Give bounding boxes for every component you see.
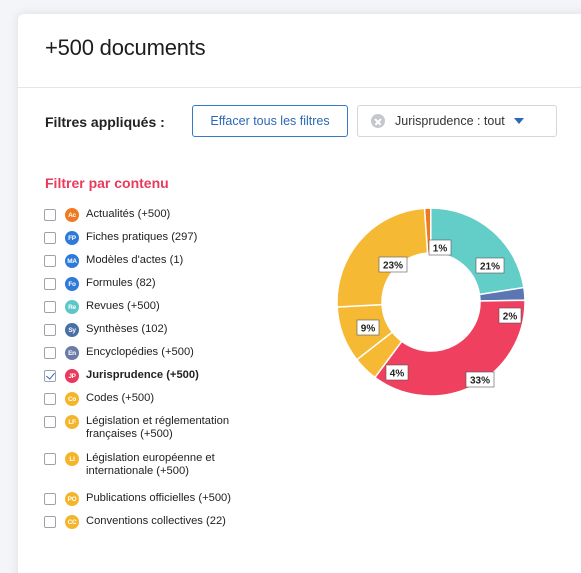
label-text: 21% bbox=[480, 262, 500, 273]
content-type-badge-icon: CC bbox=[65, 515, 79, 529]
content-type-badge-icon: Sy bbox=[65, 323, 79, 337]
filter-item-label: Législation européenne et internationale … bbox=[86, 452, 215, 478]
filter-item-label: Formules (82) bbox=[86, 277, 156, 290]
filter-item-label-line: françaises (+500) bbox=[86, 428, 173, 440]
jurisprudence-filter-chip[interactable]: Jurisprudence : tout bbox=[357, 105, 557, 137]
filter-item-label-line: internationale (+500) bbox=[86, 465, 189, 477]
filter-checkbox[interactable] bbox=[44, 370, 56, 382]
filter-checkbox[interactable] bbox=[44, 516, 56, 528]
remove-filter-icon[interactable] bbox=[371, 114, 385, 128]
content-type-badge-icon: PO bbox=[65, 492, 79, 506]
label-text: 1% bbox=[433, 244, 448, 255]
filter-item-label: Revues (+500) bbox=[86, 300, 160, 313]
filter-item[interactable]: LI Législation européenne et international… bbox=[44, 452, 215, 478]
filter-item-label: Conventions collectives (22) bbox=[86, 515, 226, 528]
content-type-badge-icon: MA bbox=[65, 254, 79, 268]
content-distribution-donut-chart: 1% 21% 2% 33% 4% 9% 23% bbox=[336, 208, 526, 397]
donut-slice-label: 33% bbox=[465, 371, 495, 388]
content-type-badge-icon: LF bbox=[65, 415, 79, 429]
filter-checkbox[interactable] bbox=[44, 393, 56, 405]
filter-item[interactable]: Ac Actualités (+500) bbox=[44, 208, 170, 222]
filter-item[interactable]: CC Conventions collectives (22) bbox=[44, 515, 226, 529]
content-type-badge-icon: Re bbox=[65, 300, 79, 314]
filter-item-label-line: Publications officielles (+500) bbox=[86, 492, 232, 504]
filter-chip-label: Jurisprudence : tout bbox=[395, 114, 505, 128]
filter-checkbox[interactable] bbox=[44, 416, 56, 428]
filter-item[interactable]: JP Jurisprudence (+500) bbox=[44, 369, 199, 383]
filter-item[interactable]: Re Revues (+500) bbox=[44, 300, 160, 314]
content-type-badge-icon: Fo bbox=[65, 277, 79, 291]
filter-item-label: Fiches pratiques (297) bbox=[86, 231, 197, 244]
filter-checkbox[interactable] bbox=[44, 324, 56, 336]
filter-checkbox[interactable] bbox=[44, 347, 56, 359]
filter-item-label-line: Législation européenne et bbox=[86, 452, 215, 464]
filter-item-label-line: Modèles d'actes (1) bbox=[86, 254, 184, 266]
filter-item-label-line: Jurisprudence (+500) bbox=[86, 369, 199, 381]
page-title: +500 documents bbox=[45, 35, 206, 60]
filter-item-label: Publications officielles (+500) bbox=[86, 492, 231, 505]
content-filter-title: Filtrer par contenu bbox=[45, 175, 169, 191]
filter-item-label-line: Conventions collectives (22) bbox=[86, 515, 226, 527]
filter-item[interactable]: Sy Synthèses (102) bbox=[44, 323, 167, 337]
filter-item-label-line: Législation et réglementation bbox=[86, 415, 230, 427]
filter-item-label-line: Formules (82) bbox=[86, 277, 156, 289]
label-text: 2% bbox=[503, 312, 518, 323]
filter-item[interactable]: Fo Formules (82) bbox=[44, 277, 156, 291]
filter-item-label-line: Synthèses (102) bbox=[86, 323, 168, 335]
filter-item-label-line: Fiches pratiques (297) bbox=[86, 231, 198, 243]
donut-slice-label: 1% bbox=[428, 239, 452, 256]
filter-item[interactable]: PO Publications officielles (+500) bbox=[44, 492, 231, 506]
filter-item-label: Législation et réglementation françaises … bbox=[86, 415, 229, 441]
label-text: 9% bbox=[361, 324, 376, 335]
filter-checkbox[interactable] bbox=[44, 493, 56, 505]
donut-slice-label: 21% bbox=[475, 257, 505, 274]
filter-item[interactable]: FP Fiches pratiques (297) bbox=[44, 231, 197, 245]
filter-checkbox[interactable] bbox=[44, 209, 56, 221]
filter-item[interactable]: En Encyclopédies (+500) bbox=[44, 346, 194, 360]
filter-checkbox[interactable] bbox=[44, 301, 56, 313]
results-panel: +500 documents Filtres appliqués : Effac… bbox=[18, 14, 581, 573]
filter-item-label: Synthèses (102) bbox=[86, 323, 167, 336]
filter-item-label-line: Revues (+500) bbox=[86, 300, 160, 312]
filter-item-label-line: Codes (+500) bbox=[86, 392, 155, 404]
title-divider bbox=[18, 87, 581, 88]
filter-item[interactable]: LF Législation et réglementation française… bbox=[44, 415, 229, 441]
label-text: 4% bbox=[390, 369, 405, 380]
filter-item-label: Actualités (+500) bbox=[86, 208, 170, 221]
applied-filters-label: Filtres appliqués : bbox=[45, 114, 165, 130]
filter-checkbox[interactable] bbox=[44, 278, 56, 290]
donut-slice-label: 9% bbox=[356, 319, 380, 336]
content-type-badge-icon: FP bbox=[65, 231, 79, 245]
chevron-down-icon[interactable] bbox=[513, 118, 524, 124]
filter-checkbox[interactable] bbox=[44, 232, 56, 244]
label-text: 23% bbox=[383, 261, 403, 272]
content-type-badge-icon: Ac bbox=[65, 208, 79, 222]
filter-item-label: Modèles d'actes (1) bbox=[86, 254, 183, 267]
filter-item-label: Jurisprudence (+500) bbox=[86, 369, 199, 382]
content-type-badge-icon: JP bbox=[65, 369, 79, 383]
clear-all-filters-button[interactable]: Effacer tous les filtres bbox=[192, 105, 348, 137]
content-type-badge-icon: En bbox=[65, 346, 79, 360]
filter-item[interactable]: MA Modèles d'actes (1) bbox=[44, 254, 183, 268]
content-type-badge-icon: Co bbox=[65, 392, 79, 406]
filter-item-label: Codes (+500) bbox=[86, 392, 154, 405]
filter-item-label-line: Actualités (+500) bbox=[86, 208, 171, 220]
filter-item-label-line: Encyclopédies (+500) bbox=[86, 346, 194, 358]
filter-checkbox[interactable] bbox=[44, 453, 56, 465]
content-type-badge-icon: LI bbox=[65, 452, 79, 466]
filter-item[interactable]: Co Codes (+500) bbox=[44, 392, 154, 406]
donut-slice-label: 4% bbox=[385, 364, 409, 381]
donut-slice-label: 23% bbox=[378, 256, 408, 273]
label-text: 33% bbox=[470, 376, 490, 387]
filter-item-label: Encyclopédies (+500) bbox=[86, 346, 194, 359]
filter-checkbox[interactable] bbox=[44, 255, 56, 267]
donut-slice-label: 2% bbox=[498, 307, 522, 324]
